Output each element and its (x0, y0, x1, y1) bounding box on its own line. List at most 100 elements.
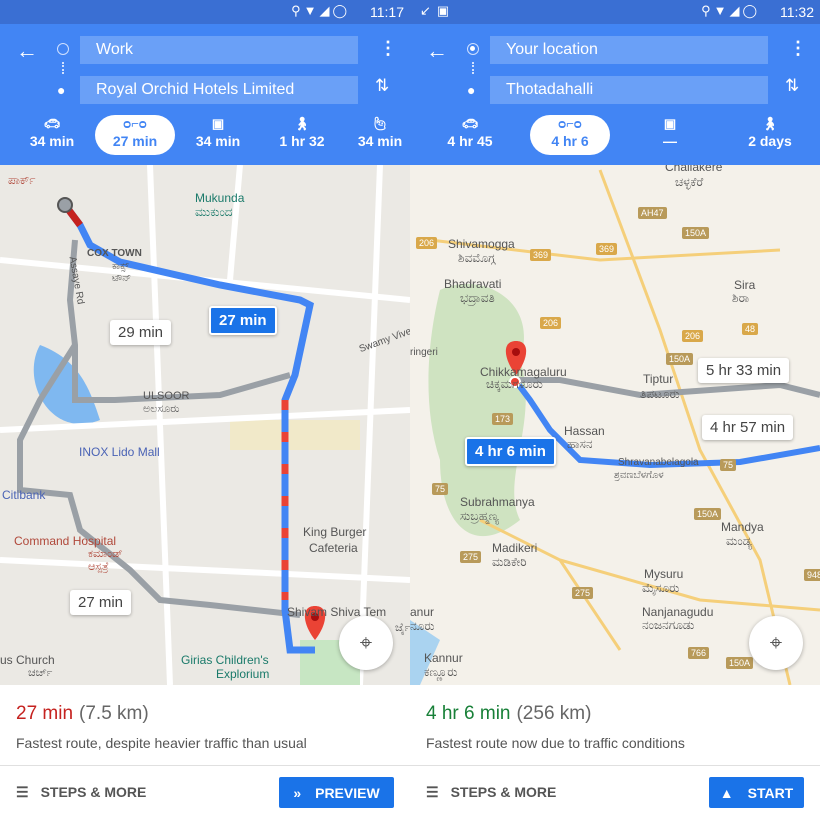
more-options-icon[interactable]: ⋮ (379, 38, 397, 59)
destination-input[interactable]: Thotadahalli (490, 76, 768, 104)
map-label: Mysuru (644, 567, 684, 581)
highway-shield: 369 (530, 249, 552, 261)
crosshair-icon: ⌖ (359, 630, 373, 655)
map-label: ಹಾಸನ (567, 437, 593, 451)
preview-button[interactable]: » PREVIEW (279, 777, 394, 808)
double-chevron-icon: » (293, 785, 302, 801)
map-label: Madikeri (492, 541, 538, 555)
mode-car[interactable]: 🚗︎ 4 hr 45 (430, 115, 510, 155)
map-label: ringeri (410, 347, 438, 358)
highway-shield: 948 (804, 569, 820, 581)
map-label: ಕಾಕ್ಸ್ (112, 261, 129, 272)
steps-more-button[interactable]: ☰ STEPS & MORE (426, 784, 556, 801)
map-label: INOX Lido Mall (79, 445, 160, 459)
swap-icon[interactable]: ⇅ (375, 76, 389, 96)
mode-label: 1 hr 32 (279, 133, 325, 149)
highway-shield: 173 (492, 413, 514, 425)
map-label: Shravanabelagola (618, 457, 699, 468)
alt-route-time-bubble[interactable]: 27 min (70, 590, 132, 615)
route-time-bubble[interactable]: 4 hr 6 min (465, 437, 556, 466)
travel-modes: 🚗︎ 4 hr 45 ᴑ⌐ᴑ 4 hr 6 ▣ — 🚶︎ 2 days (410, 115, 820, 155)
map-label: Cafeteria (309, 541, 358, 555)
map-label: us Church (0, 653, 55, 667)
mode-walk[interactable]: 🚶︎ 1 hr 32 (262, 115, 342, 155)
my-location-button[interactable]: ⌖ (749, 616, 803, 670)
mode-label: 27 min (112, 133, 158, 149)
travel-modes: 🚗︎ 34 min ᴑ⌐ᴑ 27 min ▣ 34 min 🚶︎ 1 hr 32 🙋︎ 3… (0, 115, 410, 155)
map-label: Girias Children's (181, 653, 269, 667)
directions-header: ← ● Work Royal Orchid Hotels Limited ⋮ ⇅… (0, 24, 410, 165)
map-label: Subrahmanya (460, 495, 535, 509)
map-label: ಟೌನ್ (112, 273, 132, 284)
steps-more-button[interactable]: ☰ STEPS & MORE (16, 784, 146, 801)
left-screen: ⚲▼◢◯ 11:17 ← ● Work Royal Orchid Hotels … (0, 0, 410, 820)
swap-icon[interactable]: ⇅ (785, 76, 799, 96)
destination-pin-icon: ● (467, 82, 476, 98)
status-bar: ⚲▼◢◯ 11:17 (0, 0, 410, 24)
status-icons: ⚲▼◢◯ (291, 3, 350, 18)
mode-label: 34 min (195, 133, 241, 149)
map-label: ಚರ್ಚ್ (28, 667, 53, 679)
more-options-icon[interactable]: ⋮ (789, 38, 807, 59)
start-label: START (747, 785, 794, 801)
highway-shield: 206 (682, 330, 704, 342)
back-arrow-icon[interactable]: ← (426, 38, 448, 64)
map-label: ಆಸ್ಪತ್ರೆ (88, 561, 109, 573)
alt-route-time-bubble[interactable]: 29 min (110, 320, 172, 345)
route-dots-icon (62, 62, 64, 74)
highway-shield: 150A (726, 657, 754, 669)
mode-motorcycle[interactable]: ᴑ⌐ᴑ 4 hr 6 (530, 115, 610, 155)
map-label: ಮುಕುಂದ (195, 205, 233, 219)
map-label: ಮಡಿಕೇರಿ (492, 555, 527, 569)
destination-input[interactable]: Royal Orchid Hotels Limited (80, 76, 358, 104)
mode-label: 4 hr 45 (447, 133, 493, 149)
map-label: ಮೈಸೂರು (642, 581, 680, 595)
mode-walk[interactable]: 🚶︎ 2 days (730, 115, 810, 155)
origin-circle-icon (57, 43, 69, 55)
map-label: ನೂರು (410, 619, 435, 633)
navigation-arrow-icon: ▲ (719, 785, 734, 801)
motorcycle-icon: ᴑ⌐ᴑ (558, 116, 582, 131)
start-button[interactable]: ▲ START (709, 777, 804, 808)
mode-transit[interactable]: ▣ — (630, 115, 710, 155)
mode-label: 2 days (748, 133, 792, 149)
map-label: ಶಿರಾ (732, 291, 750, 305)
destination-pin-icon: ● (57, 82, 66, 98)
status-time: 11:17 (370, 4, 404, 20)
preview-label: PREVIEW (315, 785, 380, 801)
map-label: ಶ್ರವಣಬೆಳಗೊಳ (614, 470, 664, 481)
mode-ride-hail[interactable]: 🙋︎ 34 min (345, 115, 410, 155)
map-label: ಭದ್ರಾವತಿ (460, 291, 495, 305)
map-label: Nanjanagudu (642, 605, 714, 619)
directions-header: ← ● Your location Thotadahalli ⋮ ⇅ 🚗︎ 4 h… (410, 24, 820, 165)
highway-shield: 150A (682, 227, 710, 239)
map-label: ಸುಬ್ರಹ್ಮಣ್ಯ (460, 509, 499, 523)
map-label: ಅಲಸೂರು (143, 403, 180, 415)
eta: 4 hr 6 min (256 km) (426, 703, 591, 725)
origin-input[interactable]: Work (80, 36, 358, 64)
map-label: Kannur (424, 651, 463, 665)
mode-motorcycle[interactable]: ᴑ⌐ᴑ 27 min (95, 115, 175, 155)
origin-marker (57, 197, 73, 213)
map-view[interactable]: ಪಾರ್ಕ್ Mukunda ಮುಕುಂದ COX TOWN ಕಾಕ್ಸ್ ಟೌ… (0, 165, 410, 685)
origin-input[interactable]: Your location (490, 36, 768, 64)
back-arrow-icon[interactable]: ← (16, 38, 38, 64)
mode-label: — (663, 133, 677, 149)
alt-route-time-bubble[interactable]: 5 hr 33 min (698, 358, 790, 383)
my-location-button[interactable]: ⌖ (339, 616, 393, 670)
steps-label: STEPS & MORE (40, 784, 147, 800)
mode-transit[interactable]: ▣ 34 min (178, 115, 258, 155)
mode-car[interactable]: 🚗︎ 34 min (12, 115, 92, 155)
route-time-bubble[interactable]: 27 min (209, 306, 277, 335)
map-label: ಪಾರ್ಕ್ (8, 173, 36, 187)
map-label: ತಿಪಟೂರು (640, 387, 680, 401)
list-icon: ☰ (16, 784, 29, 800)
map-label: Bhadravati (444, 277, 502, 291)
map-view[interactable]: Challakere ಚಳ್ಳಕೆರೆ Shivamogga ಶಿವಮೊಗ್ಗ … (410, 165, 820, 685)
map-label: Shivamogga (448, 237, 515, 251)
map-label: Sira (734, 278, 756, 292)
mode-label: 34 min (29, 133, 75, 149)
alt-route-time-bubble[interactable]: 4 hr 57 min (702, 415, 794, 440)
map-label: Challakere (665, 165, 723, 174)
transit-icon: ▣ (211, 116, 225, 131)
